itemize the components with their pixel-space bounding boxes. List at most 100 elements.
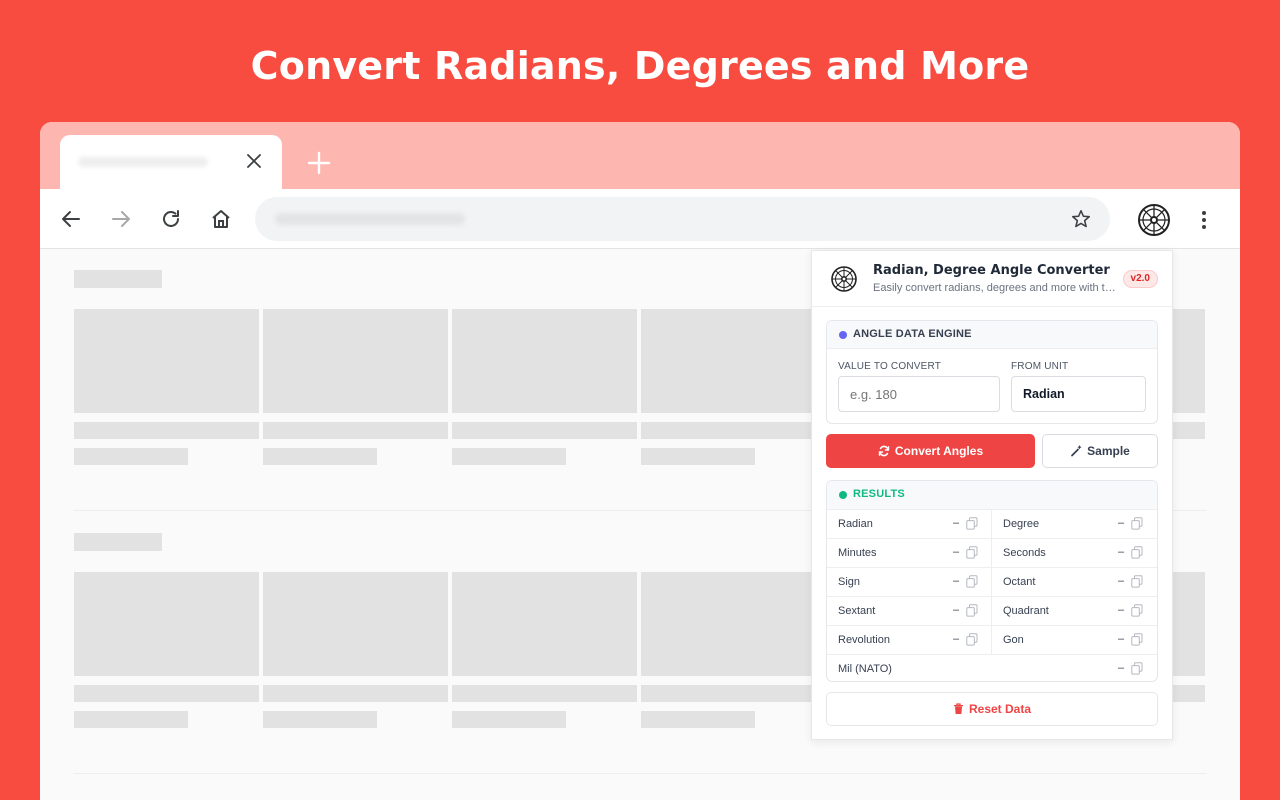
skeleton-heading: [74, 533, 162, 551]
result-row: Radian – Degree –: [827, 509, 1157, 538]
sample-button[interactable]: Sample: [1042, 434, 1158, 468]
tab-title-blurred: [78, 157, 208, 167]
result-value: –: [1118, 517, 1125, 529]
compass-icon[interactable]: [1136, 202, 1172, 238]
skeleton-line: [452, 448, 566, 465]
unit-label: FROM UNIT: [1011, 361, 1069, 372]
skeleton-line: [263, 685, 448, 702]
close-icon[interactable]: [244, 151, 264, 171]
skeleton-divider: [74, 773, 1206, 774]
copy-icon[interactable]: [1131, 546, 1143, 559]
result-value: –: [1118, 575, 1125, 587]
url-blurred: [275, 213, 465, 225]
copy-icon[interactable]: [966, 575, 978, 588]
result-value: –: [953, 575, 960, 587]
forward-icon[interactable]: [109, 207, 133, 231]
home-icon[interactable]: [209, 207, 233, 231]
popup-header: Radian, Degree Angle Converter Easily co…: [812, 251, 1172, 307]
result-cell: Octant –: [992, 568, 1157, 596]
version-badge: v2.0: [1122, 270, 1158, 288]
result-label: Gon: [1003, 634, 1024, 646]
copy-icon[interactable]: [1131, 633, 1143, 646]
skeleton-card: [1170, 309, 1205, 413]
result-cell: Sextant –: [827, 597, 992, 625]
convert-button[interactable]: Convert Angles: [826, 434, 1035, 468]
skeleton-line: [452, 422, 637, 439]
skeleton-line: [452, 685, 637, 702]
result-label: Octant: [1003, 576, 1036, 588]
results-title: RESULTS: [853, 488, 905, 500]
result-cell: Minutes –: [827, 539, 992, 567]
result-label: Quadrant: [1003, 605, 1049, 617]
result-value: –: [953, 517, 960, 529]
skeleton-line: [74, 448, 188, 465]
skeleton-line: [263, 448, 377, 465]
skeleton-line: [263, 711, 377, 728]
kebab-menu-icon[interactable]: [1196, 208, 1212, 232]
result-row: Minutes – Seconds –: [827, 538, 1157, 567]
magic-wand-icon: [1071, 445, 1082, 457]
unit-select[interactable]: Radian: [1011, 376, 1146, 412]
engine-title: ANGLE DATA ENGINE: [853, 328, 972, 340]
value-label: VALUE TO CONVERT: [838, 361, 942, 372]
result-cell: Revolution –: [827, 626, 992, 654]
browser-tab[interactable]: [60, 135, 282, 189]
result-cell: Seconds –: [992, 539, 1157, 567]
plus-icon[interactable]: [306, 150, 332, 176]
skeleton-line: [641, 422, 826, 439]
result-cell: Quadrant –: [992, 597, 1157, 625]
result-value: –: [953, 546, 960, 558]
skeleton-card: [263, 309, 448, 413]
copy-icon[interactable]: [1131, 604, 1143, 617]
result-label: Seconds: [1003, 547, 1046, 559]
sample-label: Sample: [1087, 444, 1130, 458]
result-label: Minutes: [838, 547, 877, 559]
convert-label: Convert Angles: [894, 444, 984, 458]
value-input[interactable]: [838, 376, 1000, 412]
star-icon[interactable]: [1070, 208, 1092, 230]
skeleton-line: [74, 422, 259, 439]
back-icon[interactable]: [59, 207, 83, 231]
result-cell: Degree –: [992, 510, 1157, 538]
skeleton-line: [74, 685, 259, 702]
copy-icon[interactable]: [966, 633, 978, 646]
result-label: Revolution: [838, 634, 890, 646]
copy-icon[interactable]: [1131, 575, 1143, 588]
result-cell: Mil (NATO) –: [827, 655, 1157, 681]
headline: Convert Radians, Degrees and More: [250, 44, 1030, 88]
reload-icon[interactable]: [159, 207, 183, 231]
angle-engine-card: ANGLE DATA ENGINE VALUE TO CONVERT FROM …: [826, 320, 1158, 424]
result-label: Radian: [838, 518, 873, 530]
skeleton-card: [74, 572, 259, 676]
copy-icon[interactable]: [1131, 517, 1143, 530]
extension-popup: Radian, Degree Angle Converter Easily co…: [811, 250, 1173, 740]
copy-icon[interactable]: [1131, 662, 1143, 675]
result-label: Sign: [838, 576, 861, 588]
result-row: Sextant – Quadrant –: [827, 596, 1157, 625]
skeleton-line: [263, 422, 448, 439]
skeleton-card: [1170, 572, 1205, 676]
refresh-icon: [878, 445, 890, 457]
result-row: Sign – Octant –: [827, 567, 1157, 596]
result-row: Revolution – Gon –: [827, 625, 1157, 654]
copy-icon[interactable]: [966, 604, 978, 617]
copy-icon[interactable]: [966, 517, 978, 530]
skeleton-line: [1170, 685, 1205, 702]
reset-label: Reset Data: [968, 702, 1032, 716]
result-value: –: [1118, 604, 1125, 616]
result-cell: Gon –: [992, 626, 1157, 654]
result-value: –: [1118, 662, 1125, 674]
skeleton-line: [452, 711, 566, 728]
skeleton-line: [74, 711, 188, 728]
copy-icon[interactable]: [966, 546, 978, 559]
trash-icon: [953, 703, 963, 714]
address-bar[interactable]: [255, 197, 1110, 241]
result-label: Sextant: [838, 605, 876, 617]
results-card: RESULTS Radian – Degree – Minutes – Seconds – Si…: [826, 480, 1158, 682]
skeleton-card: [74, 309, 259, 413]
result-cell: Sign –: [827, 568, 992, 596]
tab-strip: [40, 122, 1240, 189]
engine-card-header: ANGLE DATA ENGINE: [827, 321, 1157, 349]
reset-button[interactable]: Reset Data: [826, 692, 1158, 726]
skeleton-card: [452, 572, 637, 676]
